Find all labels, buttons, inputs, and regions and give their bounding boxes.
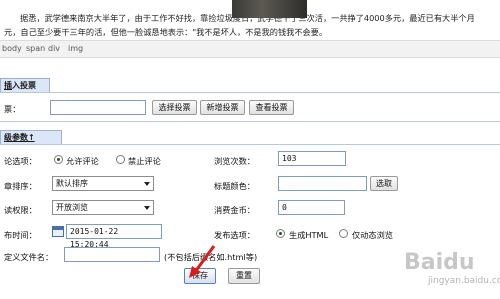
vote-label: 票： (4, 104, 21, 114)
title-color-label: 标题颜色： (214, 181, 255, 191)
select-vote-button[interactable]: 选择投票 (152, 100, 197, 115)
publish-html-label[interactable]: 生成HTML (289, 229, 328, 241)
new-vote-button[interactable]: 新增投票 (200, 100, 245, 115)
element-path-bar: body span div img (0, 40, 500, 58)
path-item[interactable]: span (26, 44, 45, 53)
custom-filename-label: 定义文件名： (4, 252, 54, 262)
tab-insert-vote[interactable]: 插入投票 (0, 78, 50, 92)
watermark-url: jingyan.baidu.com (428, 276, 500, 286)
read-permission-value: 开放浏览 (56, 203, 88, 212)
read-permission-select[interactable]: 开放浏览 (52, 200, 154, 215)
chevron-down-icon (144, 182, 150, 186)
divider (0, 144, 500, 145)
tab-label: 入投票 (12, 81, 36, 90)
pick-color-button[interactable]: 选取 (370, 176, 398, 191)
sort-select[interactable]: 默认排序 (52, 176, 154, 191)
comment-label: 论选项： (4, 156, 37, 166)
comment-forbid-label[interactable]: 禁止评论 (128, 155, 161, 167)
editor-line-2: 元，自己至少要干三年的活，但他一脸诚恳地表示："我不是坏人，不是我的钱我不会要。 (4, 27, 328, 37)
tab-label-prefix: 插 (4, 81, 12, 90)
coin-label: 消费金币： (214, 205, 255, 215)
title-color-input[interactable] (278, 176, 367, 191)
comment-forbid-radio[interactable] (116, 155, 125, 164)
path-item[interactable]: body (2, 44, 22, 53)
publish-html-radio[interactable] (276, 229, 285, 238)
publish-options-label: 发布选项： (214, 230, 255, 240)
sort-label: 章排序： (4, 181, 37, 191)
publish-dynamic-radio[interactable] (339, 229, 348, 238)
publish-dynamic-label[interactable]: 仅动态浏览 (352, 229, 393, 241)
divider (0, 121, 500, 122)
tab-advanced-params[interactable]: 级参数↑ (0, 130, 62, 144)
coin-input[interactable]: 0 (278, 200, 345, 215)
read-permission-label: 读权限： (4, 205, 37, 215)
watermark-logo: Baidu (404, 250, 475, 275)
comment-allow-label[interactable]: 允许评论 (66, 155, 99, 167)
tab-label: 级参数↑ (4, 133, 35, 142)
view-vote-button[interactable]: 查看投票 (249, 100, 294, 115)
publish-time-label: 布时间： (4, 230, 37, 240)
vote-input[interactable] (50, 100, 146, 115)
path-item[interactable]: div (48, 44, 60, 53)
chevron-down-icon (144, 206, 150, 210)
custom-filename-input[interactable] (64, 247, 160, 262)
path-item[interactable]: img (68, 44, 83, 53)
sort-select-value: 默认排序 (56, 179, 88, 188)
reset-button[interactable]: 重置 (228, 268, 260, 284)
divider (0, 92, 500, 93)
views-label: 浏览次数： (214, 156, 255, 166)
publish-time-input[interactable]: 2015-01-22 15:20:44 (66, 224, 162, 249)
embedded-image[interactable] (232, 0, 307, 18)
annotation-arrow-icon (189, 245, 216, 278)
comment-allow-radio[interactable] (54, 155, 63, 164)
views-input[interactable]: 103 (278, 151, 346, 166)
calendar-icon[interactable] (52, 226, 64, 237)
